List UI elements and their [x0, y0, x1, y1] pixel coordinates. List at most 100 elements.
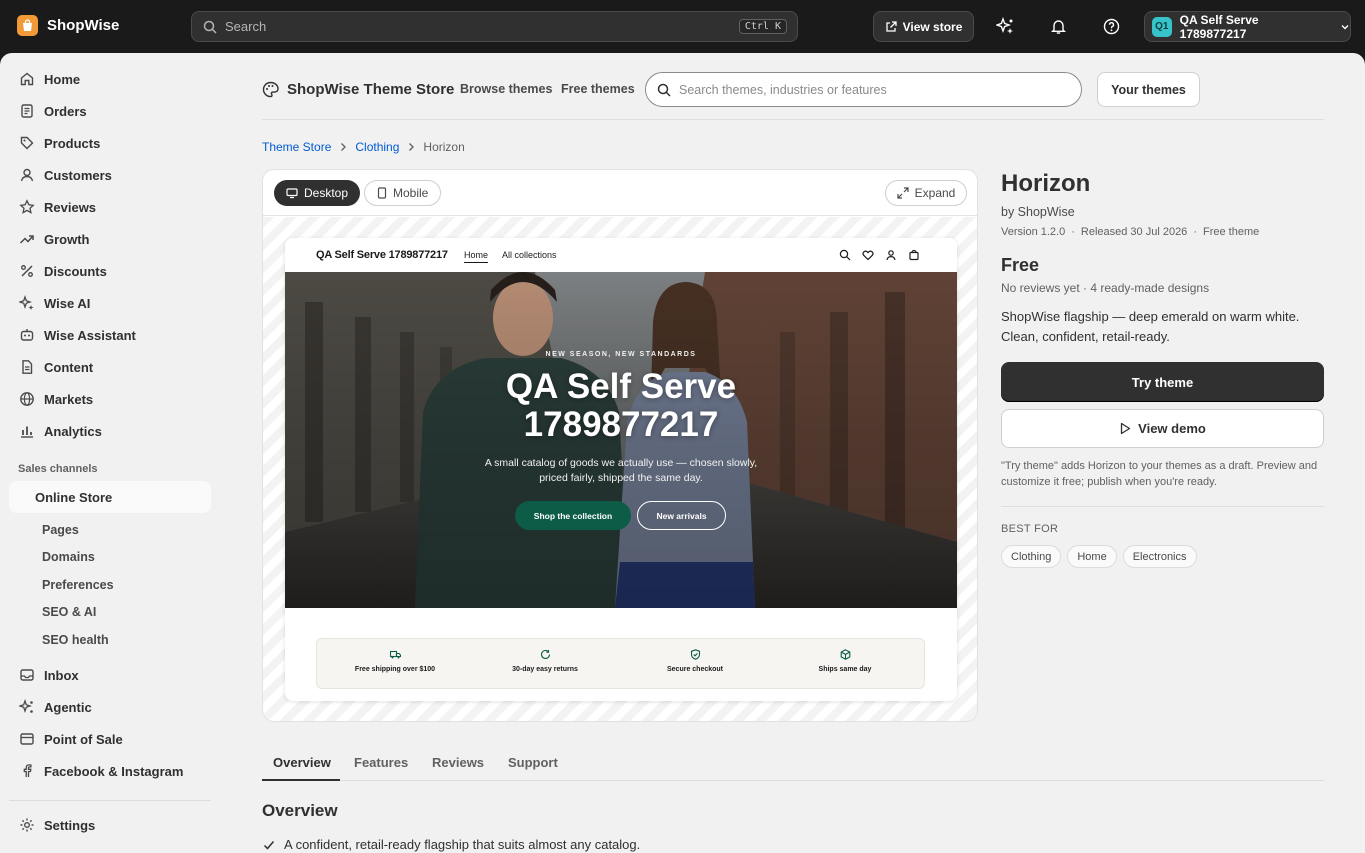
- help-icon[interactable]: [1101, 16, 1122, 37]
- sidebar-item-wise-assistant[interactable]: Wise Assistant: [9, 319, 211, 351]
- theme-search-input[interactable]: Search themes, industries or features: [645, 72, 1082, 107]
- sidebar-subitem-domains[interactable]: Domains: [42, 550, 95, 564]
- view-demo-button[interactable]: View demo: [1001, 409, 1324, 448]
- theme-store-title: ShopWise Theme Store: [287, 81, 455, 98]
- breadcrumb-clothing[interactable]: Clothing: [355, 140, 399, 154]
- hero-eyebrow: NEW SEASON, NEW STANDARDS: [545, 351, 697, 358]
- feature-ships-same-day: Ships same day: [770, 649, 920, 673]
- sidebar-item-facebook-instagram[interactable]: Facebook & Instagram: [9, 755, 211, 787]
- sidebar-item-online-store[interactable]: Online Store: [9, 481, 211, 513]
- sidebar-item-label: Online Store: [35, 489, 113, 505]
- theme-name: Horizon: [1001, 170, 1091, 197]
- feature-returns: 30-day easy returns: [470, 649, 620, 673]
- tab-overview[interactable]: Overview: [273, 755, 331, 770]
- theme-preview-card: Desktop Mobile Expand QA Self Serve 1789…: [262, 169, 978, 722]
- theme-release-date: Released 30 Jul 2026: [1080, 226, 1188, 238]
- search-icon: [203, 20, 217, 34]
- sidebar-subitem-preferences[interactable]: Preferences: [42, 578, 114, 592]
- sidebar-item-discounts[interactable]: Discounts: [9, 255, 211, 287]
- browse-themes-link[interactable]: Browse themes: [460, 82, 552, 96]
- new-arrivals-button: New arrivals: [637, 501, 726, 530]
- desktop-label: Desktop: [304, 186, 349, 200]
- your-themes-button[interactable]: Your themes: [1097, 72, 1200, 107]
- sidebar-item-markets[interactable]: Markets: [9, 383, 211, 415]
- bell-icon[interactable]: [1048, 16, 1069, 37]
- sidebar-item-content[interactable]: Content: [9, 351, 211, 383]
- tag-home[interactable]: Home: [1067, 545, 1117, 568]
- sidebar-subitem-pages[interactable]: Pages: [42, 523, 79, 537]
- sidebar-item-products[interactable]: Products: [9, 127, 211, 159]
- tab-support[interactable]: Support: [508, 755, 558, 770]
- shortcut-hint: Ctrl K: [738, 19, 787, 34]
- sidebar-item-reviews[interactable]: Reviews: [9, 191, 211, 223]
- sidebar-item-label: Analytics: [44, 423, 102, 439]
- mobile-toggle[interactable]: Mobile: [364, 180, 442, 206]
- sidebar-divider: [9, 800, 211, 801]
- sparkle-icon: [18, 295, 35, 312]
- tag-icon: [18, 135, 35, 152]
- tag-clothing[interactable]: Clothing: [1001, 545, 1062, 568]
- sidebar-item-agentic[interactable]: Agentic: [9, 691, 211, 723]
- tab-features[interactable]: Features: [354, 755, 408, 770]
- best-for-tags: Clothing Home Electronics: [1001, 545, 1197, 568]
- breadcrumb-theme-store[interactable]: Theme Store: [262, 140, 331, 154]
- sidebar-item-label: Content: [44, 359, 94, 375]
- sidebar-subitem-seo-health[interactable]: SEO health: [42, 633, 109, 647]
- sidebar-item-label: Markets: [44, 391, 94, 407]
- theme-store-logo[interactable]: ShopWise Theme Store: [262, 81, 454, 98]
- sidebar-item-settings[interactable]: Settings: [9, 809, 211, 841]
- try-theme-button[interactable]: Try theme: [1001, 362, 1324, 402]
- view-store-button[interactable]: View store: [873, 11, 974, 42]
- meta-separator: ·: [1193, 226, 1197, 238]
- orders-icon: [18, 103, 35, 120]
- best-for-heading: BEST FOR: [1001, 523, 1059, 535]
- desktop-icon: [286, 187, 298, 199]
- free-themes-link[interactable]: Free themes: [561, 82, 635, 96]
- breadcrumb: Theme Store Clothing Horizon: [262, 140, 465, 154]
- feature-secure-checkout: Secure checkout: [620, 649, 770, 673]
- sidebar-item-orders[interactable]: Orders: [9, 95, 211, 127]
- wise-ai-sparkle-icon[interactable]: [995, 16, 1016, 37]
- sidebar-item-home[interactable]: Home: [9, 63, 211, 95]
- tab-reviews[interactable]: Reviews: [432, 755, 484, 770]
- agentic-icon: [18, 699, 35, 716]
- brand[interactable]: ShopWise: [17, 15, 119, 36]
- account-name: QA Self Serve 1789877217: [1179, 12, 1259, 41]
- package-icon: [840, 649, 851, 660]
- theme-version: Version 1.2.0: [1001, 226, 1066, 238]
- feature-label: Free shipping over $100: [354, 666, 436, 673]
- feature-label: Ships same day: [818, 666, 872, 673]
- meta-separator: ·: [1071, 226, 1075, 238]
- sidebar-item-label: Settings: [44, 817, 96, 833]
- sidebar-item-analytics[interactable]: Analytics: [9, 415, 211, 447]
- avatar: Q1: [1152, 16, 1172, 37]
- account-menu[interactable]: Q1 QA Self Serve 1789877217: [1144, 11, 1351, 42]
- sidebar-item-label: Products: [44, 135, 101, 151]
- overview-point: A confident, retail-ready flagship that …: [262, 837, 640, 852]
- trend-icon: [18, 231, 35, 248]
- sidebar-item-wise-ai[interactable]: Wise AI: [9, 287, 211, 319]
- sidebar-subitem-seo-ai[interactable]: SEO & AI: [42, 605, 96, 619]
- hero-banner-image: NEW SEASON, NEW STANDARDS QA Self Serve …: [285, 272, 957, 608]
- tag-electronics[interactable]: Electronics: [1122, 545, 1197, 568]
- sidebar-item-inbox[interactable]: Inbox: [9, 659, 211, 691]
- theme-author: by ShopWise: [1001, 205, 1075, 219]
- chevron-right-icon: [407, 142, 415, 152]
- expand-button[interactable]: Expand: [885, 180, 967, 206]
- global-search-input[interactable]: Search Ctrl K: [191, 11, 798, 42]
- feature-free-shipping: Free shipping over $100: [320, 649, 470, 673]
- sidebar-item-label: Growth: [44, 231, 90, 247]
- play-icon: [1119, 422, 1131, 435]
- mock-store-name: QA Self Serve 1789877217: [316, 249, 448, 261]
- desktop-toggle[interactable]: Desktop: [274, 180, 361, 206]
- theme-search-placeholder: Search themes, industries or features: [679, 82, 887, 97]
- storefront-mockup[interactable]: QA Self Serve 1789877217 Home All collec…: [285, 238, 957, 701]
- chevron-down-icon: [1340, 22, 1350, 32]
- theme-reviews-summary: No reviews yet · 4 ready-made designs: [1001, 281, 1210, 295]
- pos-icon: [18, 731, 35, 748]
- hero-subtitle: A small catalog of goods we actually use…: [484, 457, 758, 484]
- sidebar-item-point-of-sale[interactable]: Point of Sale: [9, 723, 211, 755]
- sidebar-item-customers[interactable]: Customers: [9, 159, 211, 191]
- search-icon: [839, 249, 851, 261]
- sidebar-item-growth[interactable]: Growth: [9, 223, 211, 255]
